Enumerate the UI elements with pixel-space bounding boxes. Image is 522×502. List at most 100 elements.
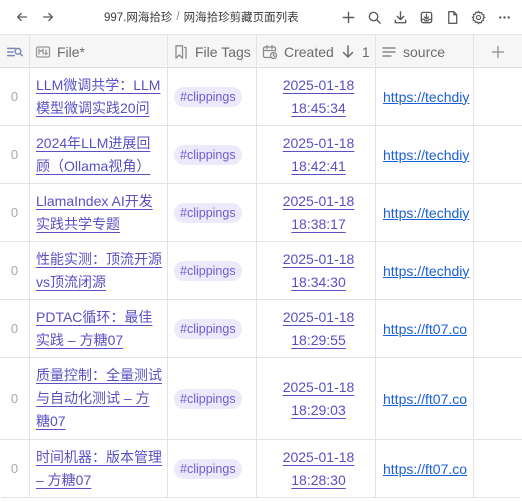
source-link[interactable]: https://techdiy [383, 263, 469, 279]
source-link[interactable]: https://techdiy [383, 89, 469, 105]
navigation-buttons [0, 7, 58, 27]
title-bar: 997.网海拾珍 / 网海拾珍剪藏页面列表 [0, 0, 522, 34]
row-index-value: 0 [10, 89, 19, 104]
tag-badge[interactable]: #clippings [174, 260, 242, 281]
table-row: 0 质量控制：全量测试与自动化测试 – 方糖07 #clippings 2025-01… [0, 358, 522, 440]
breadcrumb: 997.网海拾珍 / 网海拾珍剪藏页面列表 [104, 0, 299, 34]
file-cell: LLM微调共学：LLM模型微调实践20问 [30, 68, 168, 125]
source-cell: https://ft07.co [376, 440, 474, 497]
created-cell: 2025-01-18 18:34:30 [257, 242, 376, 299]
back-button[interactable] [12, 7, 32, 27]
file-button[interactable] [442, 7, 462, 27]
table-row: 0 PDTAC循环：最佳实践 – 方糖07 #clippings 2025-01-18… [0, 300, 522, 358]
tag-badge[interactable]: #clippings [174, 458, 242, 479]
created-date: 2025-01-18 [282, 448, 355, 465]
created-date: 2025-01-18 [282, 378, 355, 395]
source-cell: https://ft07.co [376, 300, 474, 357]
row-index-value: 0 [10, 391, 19, 406]
created-cell: 2025-01-18 18:28:30 [257, 440, 376, 497]
source-cell: https://techdiy [376, 68, 474, 125]
created-date-link[interactable]: 2025-01-18 18:29:03 [283, 376, 355, 422]
forward-button[interactable] [38, 7, 58, 27]
created-cell: 2025-01-18 18:42:41 [257, 126, 376, 183]
file-column-header[interactable]: File* [30, 35, 168, 68]
tag-badge[interactable]: #clippings [174, 144, 242, 165]
row-index-value: 0 [10, 321, 19, 336]
source-link[interactable]: https://techdiy [383, 147, 469, 163]
tags-cell: #clippings [168, 440, 257, 497]
sort-order-index: 1 [361, 43, 370, 60]
index-column-header[interactable] [0, 35, 30, 68]
breadcrumb-parent[interactable]: 997.网海拾珍 [104, 9, 172, 25]
created-date-link[interactable]: 2025-01-18 18:38:17 [283, 190, 355, 236]
table-header: File* File Tags Created 1 source [0, 34, 522, 68]
created-date: 2025-01-18 [282, 76, 355, 93]
created-column-header[interactable]: Created 1 [257, 35, 376, 68]
empty-cell [474, 68, 522, 125]
download-button[interactable] [390, 7, 410, 27]
row-index-value: 0 [10, 205, 19, 220]
tag-badge[interactable]: #clippings [174, 202, 242, 223]
file-cell: 时间机器：版本管理 – 方糖07 [30, 440, 168, 497]
more-button[interactable] [494, 7, 514, 27]
inbox-download-icon [420, 11, 432, 23]
tags-cell: #clippings [168, 300, 257, 357]
file-cell: 2024年LLM进展回顾（Ollama视角） [30, 126, 168, 183]
arrow-left-icon [16, 12, 28, 22]
source-cell: https://techdiy [376, 184, 474, 241]
created-date: 2025-01-18 [282, 192, 355, 209]
file-link[interactable]: LLM微调共学：LLM模型微调实践20问 [36, 74, 162, 120]
file-link[interactable]: 质量控制：全量测试与自动化测试 – 方糖07 [36, 364, 162, 433]
settings-button[interactable] [468, 7, 488, 27]
file-link[interactable]: 时间机器：版本管理 – 方糖07 [36, 446, 162, 492]
created-cell: 2025-01-18 18:38:17 [257, 184, 376, 241]
created-date-link[interactable]: 2025-01-18 18:28:30 [283, 446, 355, 492]
created-date-link[interactable]: 2025-01-18 18:34:30 [283, 248, 355, 294]
app-window: 997.网海拾珍 / 网海拾珍剪藏页面列表 File* File Tags Cr… [0, 0, 522, 502]
tags-icon [175, 44, 187, 59]
file-icon [447, 10, 457, 24]
file-tags-column-header[interactable]: File Tags [168, 35, 257, 68]
source-cell: https://techdiy [376, 126, 474, 183]
source-column-label: source [403, 43, 446, 60]
created-date-link[interactable]: 2025-01-18 18:29:55 [283, 306, 355, 352]
download-icon [394, 10, 406, 23]
row-index: 0 [0, 300, 30, 357]
add-column-button[interactable] [474, 35, 522, 68]
file-link[interactable]: 性能实测：顶流开源vs顶流闭源 [36, 248, 162, 294]
empty-cell [474, 300, 522, 357]
created-cell: 2025-01-18 18:29:55 [257, 300, 376, 357]
search-button[interactable] [364, 7, 384, 27]
breadcrumb-current[interactable]: 网海拾珍剪藏页面列表 [184, 9, 299, 25]
tag-badge[interactable]: #clippings [174, 86, 242, 107]
created-date-link[interactable]: 2025-01-18 18:45:34 [283, 74, 355, 120]
created-date-link[interactable]: 2025-01-18 18:42:41 [283, 132, 355, 178]
filter-lines-icon [6, 47, 23, 56]
source-column-header[interactable]: source [376, 35, 474, 68]
table-row: 0 LlamaIndex AI开发实践共学专题 #clippings 2025-01-… [0, 184, 522, 242]
tags-cell: #clippings [168, 242, 257, 299]
tag-badge[interactable]: #clippings [174, 318, 242, 339]
source-link[interactable]: https://ft07.co [383, 321, 467, 337]
source-link[interactable]: https://techdiy [383, 205, 469, 221]
file-link[interactable]: 2024年LLM进展回顾（Ollama视角） [36, 132, 162, 178]
file-cell: LlamaIndex AI开发实践共学专题 [30, 184, 168, 241]
tags-cell: #clippings [168, 68, 257, 125]
file-link[interactable]: PDTAC循环：最佳实践 – 方糖07 [36, 306, 162, 352]
add-button[interactable] [338, 7, 358, 27]
source-link[interactable]: https://ft07.co [383, 391, 467, 407]
tag-badge[interactable]: #clippings [174, 388, 242, 409]
search-icon [368, 11, 381, 24]
row-index: 0 [0, 358, 30, 439]
table-row: 0 时间机器：版本管理 – 方糖07 #clippings 2025-01-18 18:… [0, 440, 522, 498]
source-link[interactable]: https://ft07.co [383, 461, 467, 477]
row-index: 0 [0, 126, 30, 183]
more-horizontal-icon [498, 15, 510, 19]
markdown-file-icon [35, 45, 51, 58]
inbox-download-button[interactable] [416, 7, 436, 27]
file-link[interactable]: LlamaIndex AI开发实践共学专题 [36, 190, 162, 236]
tags-cell: #clippings [168, 126, 257, 183]
created-cell: 2025-01-18 18:45:34 [257, 68, 376, 125]
created-date: 2025-01-18 [282, 250, 355, 267]
row-index: 0 [0, 242, 30, 299]
